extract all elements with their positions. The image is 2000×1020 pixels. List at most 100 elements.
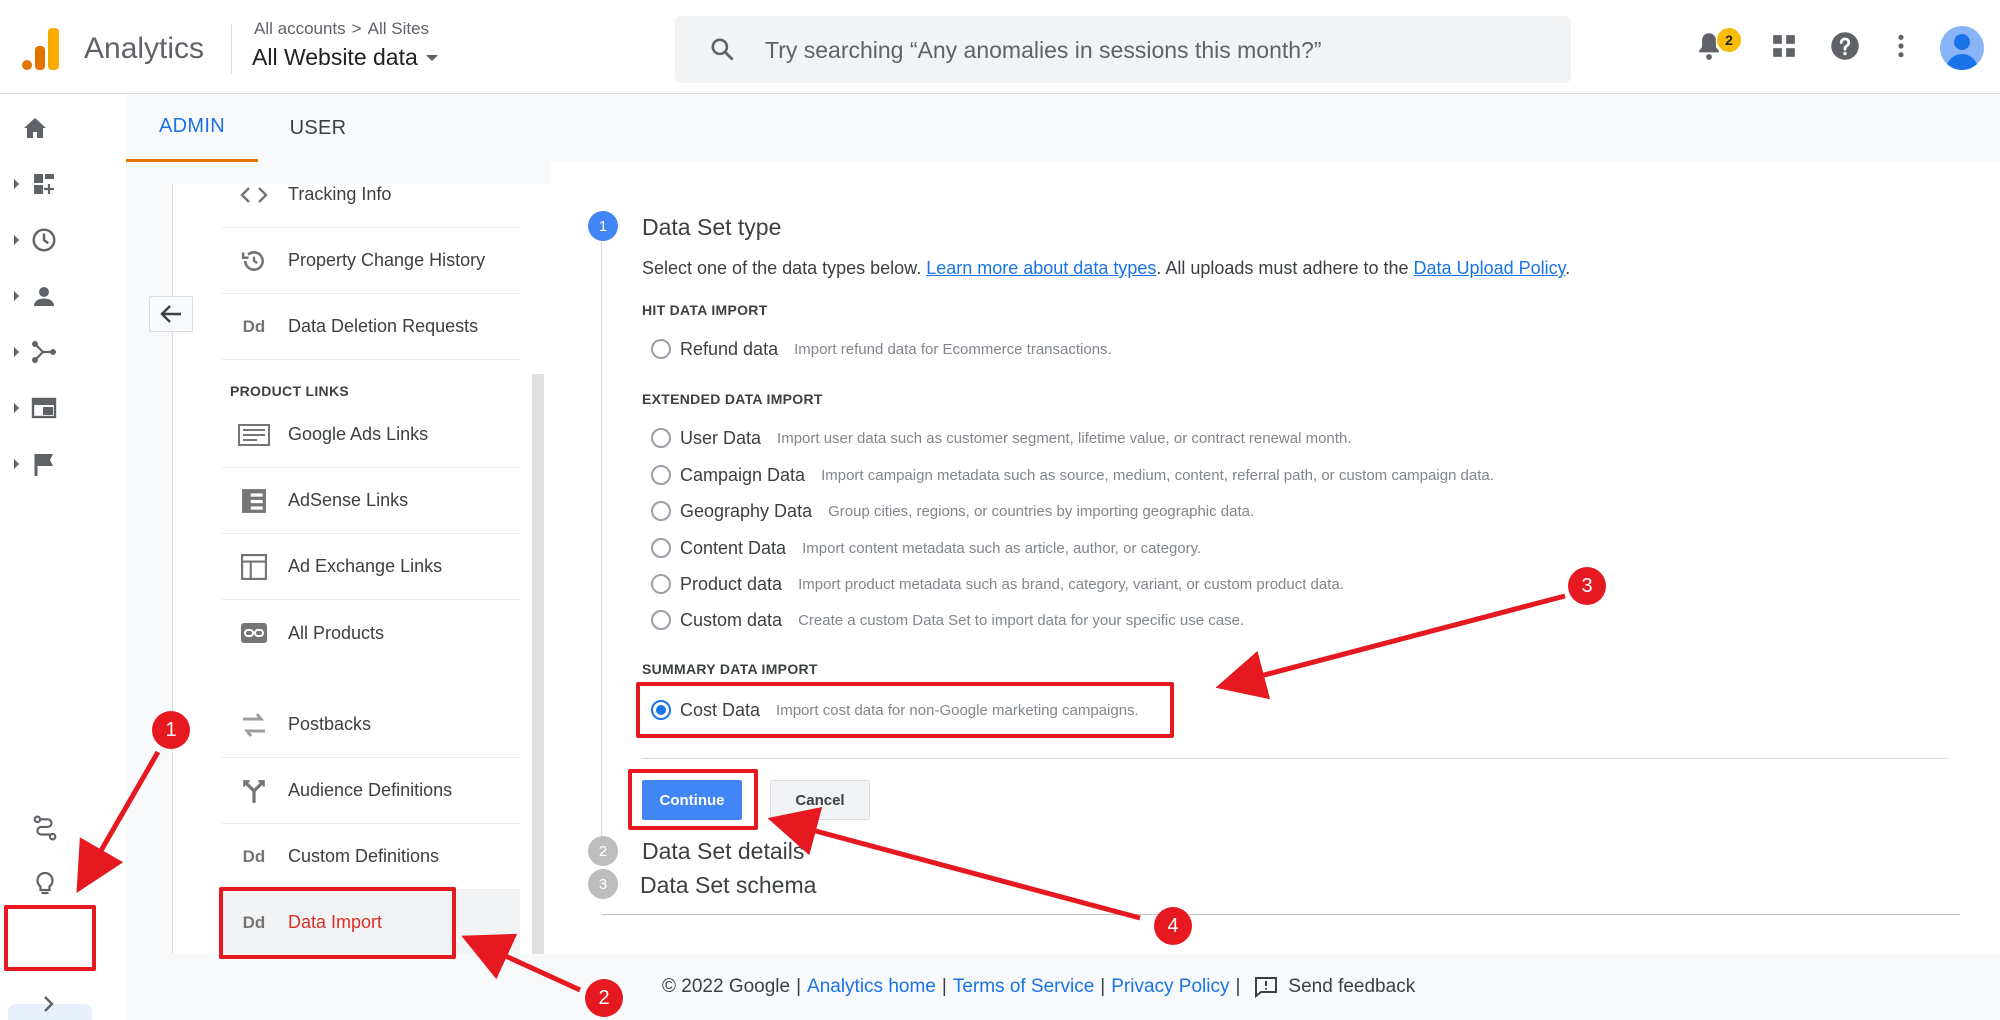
radio-content-data[interactable]: Content Data Import content metadata suc… xyxy=(651,534,1201,562)
footer-links: © 2022 Google | Analytics home | Terms o… xyxy=(662,976,1415,998)
collapse-back-button[interactable] xyxy=(149,296,193,332)
section-product-links: PRODUCT LINKS xyxy=(230,383,350,399)
help-button[interactable] xyxy=(1829,30,1861,62)
account-view-selector[interactable]: All Website data xyxy=(252,44,438,71)
breadcrumb-all-accounts[interactable]: All accounts xyxy=(254,19,346,38)
rail-acquisition[interactable] xyxy=(14,332,84,372)
ad-exchange-icon xyxy=(234,552,274,582)
nav-item-google-ads-links[interactable]: Google Ads Links xyxy=(222,402,520,468)
attribution-icon xyxy=(32,815,58,841)
rail-conversions[interactable] xyxy=(14,444,84,484)
nav-item-label: Property Change History xyxy=(288,250,486,270)
tab-user[interactable]: USER xyxy=(258,94,378,162)
account-view-label: All Website data xyxy=(252,44,418,70)
radio-campaign-data[interactable]: Campaign Data Import campaign metadata s… xyxy=(651,461,1494,489)
card-bottom-line xyxy=(602,914,1960,915)
audience-def-icon xyxy=(234,776,274,806)
nav-item-tracking-info[interactable]: Tracking Info xyxy=(222,162,520,228)
apps-grid-button[interactable] xyxy=(1768,30,1800,62)
rail-discover[interactable] xyxy=(32,864,102,904)
rail-behavior[interactable] xyxy=(14,388,84,428)
nav-item-data-deletion-requests[interactable]: Dd Data Deletion Requests xyxy=(222,294,520,360)
nav-item-postbacks[interactable]: Postbacks xyxy=(222,692,520,758)
nav-item-label: Google Ads Links xyxy=(288,424,429,444)
more-options-button[interactable] xyxy=(1885,30,1917,62)
history-icon xyxy=(234,246,274,276)
nav-item-label: Custom Definitions xyxy=(288,846,440,866)
breadcrumb[interactable]: All accounts > All Sites xyxy=(254,19,429,39)
annotation-number-1: 1 xyxy=(152,711,190,749)
home-icon xyxy=(22,115,48,141)
nav-item-all-products[interactable]: All Products xyxy=(222,600,520,666)
intro-text-suffix: . xyxy=(1565,258,1571,278)
option-description: Import refund data for Ecommerce transac… xyxy=(794,340,1112,358)
admin-user-tabs: ADMIN USER xyxy=(126,94,2000,162)
nav-item-property-change-history[interactable]: Property Change History xyxy=(222,228,520,294)
nav-item-audience-definitions[interactable]: Audience Definitions xyxy=(222,758,520,824)
cancel-button[interactable]: Cancel xyxy=(770,780,870,820)
option-description: Create a custom Data Set to import data … xyxy=(798,611,1245,629)
breadcrumb-all-sites[interactable]: All Sites xyxy=(368,19,429,38)
option-label: Campaign Data xyxy=(680,464,806,485)
search-bar[interactable] xyxy=(675,16,1571,83)
realtime-icon xyxy=(31,227,57,253)
footer-analytics-home-link[interactable]: Analytics home xyxy=(807,976,936,998)
radio-button[interactable] xyxy=(651,610,671,630)
analytics-logo[interactable] xyxy=(22,28,60,70)
account-avatar[interactable] xyxy=(1940,26,1984,70)
rail-expand[interactable] xyxy=(36,984,106,1020)
radio-button[interactable] xyxy=(651,538,671,558)
rail-home[interactable] xyxy=(22,108,92,148)
option-description: Import product metadata such as brand, c… xyxy=(798,575,1344,593)
footer-separator: | xyxy=(1100,976,1106,997)
apps-grid-icon xyxy=(1773,35,1795,57)
nav-item-custom-definitions[interactable]: Dd Custom Definitions xyxy=(222,824,520,890)
tab-admin[interactable]: ADMIN xyxy=(126,94,258,162)
radio-button[interactable] xyxy=(651,339,671,359)
nav-item-label: Data Deletion Requests xyxy=(288,316,479,336)
arrow-back-icon xyxy=(160,305,181,323)
radio-button[interactable] xyxy=(651,465,671,485)
highlight-admin-gear xyxy=(4,905,96,971)
nav-scrollbar[interactable] xyxy=(532,374,544,954)
highlight-cost-data xyxy=(636,682,1174,738)
radio-custom-data[interactable]: Custom data Create a custom Data Set to … xyxy=(651,606,1244,634)
behavior-icon xyxy=(31,395,57,421)
step-1-title: Data Set type xyxy=(642,214,782,240)
annotation-number-4: 4 xyxy=(1154,907,1192,945)
learn-more-data-types-link[interactable]: Learn more about data types xyxy=(926,258,1156,278)
send-feedback-button[interactable]: Send feedback xyxy=(1254,976,1415,998)
nav-item-adsense-links[interactable]: AdSense Links xyxy=(222,468,520,534)
data-upload-policy-link[interactable]: Data Upload Policy xyxy=(1414,258,1566,278)
hit-data-import-label: HIT DATA IMPORT xyxy=(642,302,768,318)
option-description: Group cities, regions, or countries by i… xyxy=(828,502,1255,520)
send-feedback-label: Send feedback xyxy=(1288,976,1416,997)
annotation-number-2: 2 xyxy=(585,979,623,1017)
rail-realtime[interactable] xyxy=(14,220,84,260)
radio-button[interactable] xyxy=(651,428,671,448)
dd-icon: Dd xyxy=(242,316,266,336)
radio-user-data[interactable]: User Data Import user data such as custo… xyxy=(651,424,1351,452)
radio-button[interactable] xyxy=(651,574,671,594)
nav-item-label: Ad Exchange Links xyxy=(288,556,443,576)
footer-separator: | xyxy=(941,976,947,997)
top-header: Analytics All accounts > All Sites All Web… xyxy=(0,0,2000,94)
footer-privacy-link[interactable]: Privacy Policy xyxy=(1111,976,1229,998)
search-input[interactable] xyxy=(765,30,1545,70)
rail-attribution[interactable] xyxy=(32,808,102,848)
nav-item-ad-exchange-links[interactable]: Ad Exchange Links xyxy=(222,534,520,600)
radio-refund-data[interactable]: Refund data Import refund data for Ecomm… xyxy=(651,335,1112,363)
step-1-badge: 1 xyxy=(588,211,618,241)
step-divider xyxy=(642,758,1948,759)
dd-icon: Dd xyxy=(242,846,266,866)
option-label: Geography Data xyxy=(680,500,813,521)
rail-audience[interactable] xyxy=(14,276,84,316)
radio-geography-data[interactable]: Geography Data Group cities, regions, or… xyxy=(651,497,1254,525)
radio-product-data[interactable]: Product data Import product metadata suc… xyxy=(651,570,1344,598)
highlight-data-import-nav xyxy=(219,887,456,959)
nav-item-label: Postbacks xyxy=(288,714,372,734)
rail-customization[interactable] xyxy=(14,164,84,204)
footer-terms-link[interactable]: Terms of Service xyxy=(953,976,1094,998)
expand-chevron-icon xyxy=(36,991,62,1017)
radio-button[interactable] xyxy=(651,501,671,521)
